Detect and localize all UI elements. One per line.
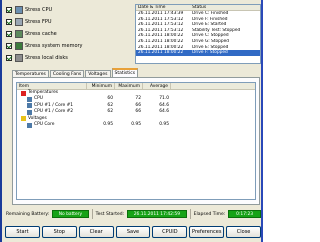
status-bar: Remaining Battery: No battery Test Start… <box>6 208 261 220</box>
header-average[interactable]: Average <box>143 83 171 89</box>
stress-cache-checkbox[interactable] <box>6 31 12 37</box>
stress-option-cache[interactable]: Stress cache <box>6 28 135 40</box>
row-max: 0.95 <box>131 121 141 127</box>
stress-disks-label: Stress local disks <box>25 55 68 61</box>
stress-memory-label: Stress system memory <box>25 43 83 49</box>
cpu-icon <box>15 6 23 14</box>
cpu-icon <box>27 97 32 103</box>
statistics-table[interactable]: Item Minimum Maximum Average Temperature… <box>16 82 256 200</box>
stress-disks-checkbox[interactable] <box>6 55 12 61</box>
warning-icon <box>21 116 26 122</box>
window-edge <box>261 0 263 242</box>
stop-button[interactable]: Stop <box>41 226 77 238</box>
stress-option-disks[interactable]: Stress local disks <box>6 52 135 64</box>
elapsed-time-label: Elapsed Time: <box>193 211 226 217</box>
row-max: 66 <box>135 109 141 115</box>
stress-cpu-checkbox[interactable] <box>6 7 12 13</box>
table-row[interactable]: CPU Core 0.95 0.95 0.95 <box>17 122 255 128</box>
status-divider <box>189 209 191 219</box>
cpu-icon <box>27 109 32 115</box>
tab-temperatures[interactable]: Temperatures <box>12 70 49 77</box>
memory-icon <box>15 42 23 50</box>
header-maximum[interactable]: Maximum <box>115 83 143 89</box>
preferences-button[interactable]: Preferences <box>189 226 225 238</box>
row-item-label: CPU Core <box>34 121 55 127</box>
cpu-icon <box>27 103 32 109</box>
test-started-value: 26.11.2011 17:42:59 <box>127 210 187 218</box>
cpu-icon <box>27 122 32 128</box>
tab-strip: Temperatures Cooling Fans Voltages Stati… <box>12 68 139 77</box>
remaining-battery-label: Remaining Battery: <box>6 211 50 217</box>
header-minimum[interactable]: Minimum <box>87 83 115 89</box>
row-avg: 64.6 <box>159 109 169 115</box>
log-status: Drive F: Stopped <box>192 50 228 56</box>
fpu-icon <box>15 18 23 26</box>
clear-button[interactable]: Clear <box>78 226 114 238</box>
test-started-label: Test Started: <box>95 211 125 217</box>
elapsed-time-value: 0:17:23 <box>228 210 261 218</box>
log-row-selected[interactable]: 26.11.2011 18:00:22 Drive F: Stopped <box>136 50 260 56</box>
tab-voltages[interactable]: Voltages <box>85 70 111 77</box>
button-bar: Start Stop Clear Save CPUID Preferences … <box>5 226 262 240</box>
stress-options: Stress CPU Stress FPU Stress cache Stres… <box>6 4 135 64</box>
header-item[interactable]: Item <box>17 83 87 89</box>
start-button[interactable]: Start <box>5 226 40 238</box>
stress-fpu-checkbox[interactable] <box>6 19 12 25</box>
statistics-panel: Item Minimum Maximum Average Temperature… <box>12 77 260 205</box>
cache-icon <box>15 30 23 38</box>
battery-status-badge: No battery <box>52 210 89 218</box>
thermometer-icon <box>21 90 26 96</box>
cpuid-button[interactable]: CPUID <box>152 226 188 238</box>
stress-option-memory[interactable]: Stress system memory <box>6 40 135 52</box>
log-header-status[interactable]: Status <box>190 5 260 10</box>
stress-memory-checkbox[interactable] <box>6 43 12 49</box>
disk-icon <box>15 54 23 62</box>
statistics-header: Item Minimum Maximum Average <box>17 83 255 90</box>
row-avg: 0.95 <box>159 121 169 127</box>
tab-statistics[interactable]: Statistics <box>111 68 139 77</box>
stress-cache-label: Stress cache <box>25 31 57 37</box>
log-date: 26.11.2011 18:00:22 <box>138 50 184 56</box>
close-button[interactable]: Close <box>226 226 262 238</box>
row-min: 62 <box>107 109 113 115</box>
stress-cpu-label: Stress CPU <box>25 7 53 13</box>
row-min: 0.95 <box>103 121 113 127</box>
row-item-cell: CPU Core <box>17 122 87 128</box>
system-stability-test-window: Stress CPU Stress FPU Stress cache Stres… <box>0 0 263 242</box>
status-divider <box>91 209 93 219</box>
stress-option-cpu[interactable]: Stress CPU <box>6 4 135 16</box>
save-button[interactable]: Save <box>115 226 151 238</box>
stress-option-fpu[interactable]: Stress FPU <box>6 16 135 28</box>
log-header-date[interactable]: Date & Time <box>136 5 190 10</box>
event-log-list[interactable]: Date & Time Status 26.11.2011 17:43:39 Dr… <box>135 4 261 64</box>
stress-fpu-label: Stress FPU <box>25 19 52 25</box>
tab-cooling-fans[interactable]: Cooling Fans <box>49 70 85 77</box>
